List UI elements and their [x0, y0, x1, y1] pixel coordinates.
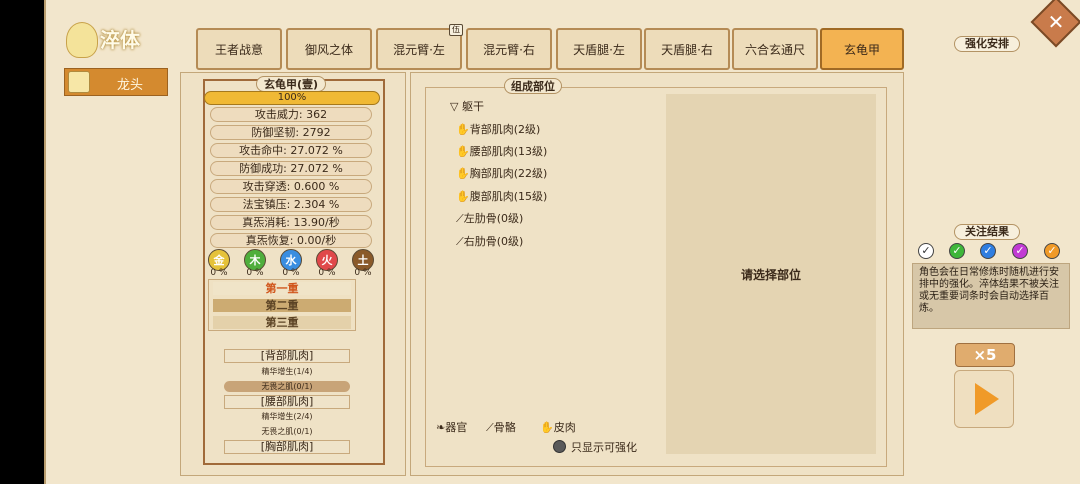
- toggle-label: 只显示可强化: [571, 441, 637, 454]
- part-item[interactable]: ⟋左肋骨(0级): [456, 210, 523, 226]
- title-emblem-icon: [66, 22, 98, 58]
- element-pct: 0 %: [354, 268, 372, 278]
- hand-icon: ✋: [456, 190, 470, 203]
- multiplier-label: ×5: [973, 346, 997, 364]
- part-item[interactable]: ✋腹部肌肉(15级): [456, 188, 547, 204]
- part-row-header: [背部肌肉]: [224, 349, 350, 363]
- part-row-header: [胸部肌肉]: [224, 440, 350, 454]
- stat-row: 真炁消耗: 13.90/秒: [210, 215, 372, 230]
- hand-icon: ✋: [456, 145, 470, 158]
- part-row-header: [腰部肌肉]: [224, 395, 350, 409]
- tab-label: 混元臂·左: [393, 42, 445, 57]
- show-enhanceable-toggle[interactable]: [553, 440, 566, 453]
- character-name: 龙头: [116, 78, 143, 93]
- start-button[interactable]: [954, 370, 1014, 428]
- element-pct: 0 %: [318, 268, 336, 278]
- legend-label: 骨骼: [493, 421, 516, 434]
- tab-label: 王者战意: [214, 42, 263, 57]
- tab-5[interactable]: 天盾腿·右: [644, 28, 730, 70]
- check-green-icon[interactable]: ✓: [949, 243, 965, 259]
- tab-4[interactable]: 天盾腿·左: [556, 28, 642, 70]
- part-label: 左肋骨(0级): [463, 212, 524, 225]
- character-tab[interactable]: 龙头: [64, 68, 168, 96]
- part-row-sub: 精华增生(2/4): [261, 412, 313, 421]
- tab-6[interactable]: 六合玄通尺: [732, 28, 818, 70]
- multiplier-button[interactable]: ×5: [955, 343, 1015, 367]
- stat-row: 防御坚韧: 2792: [210, 125, 372, 140]
- check-blue-icon[interactable]: ✓: [980, 243, 996, 259]
- page-title: 淬体: [100, 28, 140, 52]
- tab-label: 天盾腿·右: [661, 42, 713, 57]
- equipment-name: 玄龟甲(壹): [256, 76, 326, 92]
- layer-item[interactable]: 第一重: [213, 282, 351, 295]
- organ-icon: ❧: [436, 421, 446, 434]
- part-label: 腰部肌肉(13级): [469, 145, 548, 158]
- stat-row: 防御成功: 27.072 %: [210, 161, 372, 176]
- progress-bar: 100%: [204, 91, 380, 105]
- tab-label: 御风之体: [304, 42, 353, 57]
- bone-icon: ⟋: [456, 212, 464, 225]
- bone-icon: ⟋: [486, 421, 494, 434]
- tab-badge: 伍: [449, 24, 463, 36]
- tab-label: 六合玄通尺: [744, 42, 805, 57]
- stat-row: 法宝镇压: 2.304 %: [210, 197, 372, 212]
- part-label: 右肋骨(0级): [463, 235, 524, 248]
- part-item[interactable]: ⟋右肋骨(0级): [456, 233, 523, 249]
- group-item[interactable]: ▽ 躯干: [450, 98, 484, 114]
- layer-item[interactable]: 第二重: [213, 299, 351, 312]
- element-pct: 0 %: [282, 268, 300, 278]
- tab-2[interactable]: 混元臂·左伍: [376, 24, 463, 70]
- legend-label: 器官: [445, 421, 468, 434]
- element-pct: 0 %: [246, 268, 264, 278]
- stat-row: 攻击威力: 362: [210, 107, 372, 122]
- legend-label: 皮肉: [553, 421, 576, 434]
- stat-row: 攻击命中: 27.072 %: [210, 143, 372, 158]
- tab-1[interactable]: 御风之体: [286, 28, 372, 70]
- triangle-down-icon: ▽: [450, 100, 459, 113]
- arrangement-header: 强化安排: [954, 36, 1020, 52]
- bone-icon: ⟋: [456, 235, 464, 248]
- part-label: 背部肌肉(2级): [469, 123, 541, 136]
- legend-bone: ⟋骨骼: [486, 419, 516, 435]
- part-item[interactable]: ✋腰部肌肉(13级): [456, 143, 547, 159]
- parts-header: 组成部位: [504, 78, 562, 94]
- hand-icon: ✋: [540, 421, 554, 434]
- part-item[interactable]: ✋胸部肌肉(22级): [456, 165, 547, 181]
- left-edge: [0, 0, 44, 484]
- tab-7[interactable]: 玄龟甲: [820, 28, 904, 70]
- stat-row: 攻击穿透: 0.600 %: [210, 179, 372, 194]
- detail-prompt: 请选择部位: [740, 267, 801, 282]
- close-icon: ✕: [1047, 10, 1065, 34]
- legend-organ: ❧器官: [436, 419, 467, 435]
- part-row-sub: 无畏之肌(0/1): [261, 427, 313, 436]
- tab-label: 玄龟甲: [843, 42, 880, 57]
- tab-label: 混元臂·右: [483, 42, 535, 57]
- equipment-tabs: 王者战意 御风之体 混元臂·左伍 混元臂·右 天盾腿·左 天盾腿·右 六合玄通尺…: [186, 24, 906, 72]
- check-purple-icon[interactable]: ✓: [1012, 243, 1028, 259]
- focus-header: 关注结果: [954, 224, 1020, 240]
- part-row-sub: 精华增生(1/4): [261, 367, 313, 376]
- part-item[interactable]: ✋背部肌肉(2级): [456, 121, 540, 137]
- tab-3[interactable]: 混元臂·右: [466, 28, 552, 70]
- layer-list: 第一重 第二重 第三重: [208, 279, 356, 331]
- part-label: 腹部肌肉(15级): [469, 190, 548, 203]
- element-pct: 0 %: [210, 268, 228, 278]
- info-text: 角色会在日常修炼时随机进行安排中的强化。淬体结果不被关注或无重要词条时会自动选择…: [912, 263, 1070, 329]
- hand-icon: ✋: [456, 167, 470, 180]
- group-label: 躯干: [461, 100, 484, 113]
- character-avatar: [68, 71, 90, 93]
- play-icon: [975, 383, 999, 415]
- layer-item[interactable]: 第三重: [213, 316, 351, 329]
- check-orange-icon[interactable]: ✓: [1044, 243, 1060, 259]
- tab-label: 天盾腿·左: [573, 42, 625, 57]
- stat-row: 真炁恢复: 0.00/秒: [210, 233, 372, 248]
- tab-0[interactable]: 王者战意: [196, 28, 282, 70]
- part-detail-area: 请选择部位: [666, 94, 876, 454]
- legend-flesh: ✋皮肉: [540, 419, 576, 435]
- part-row-sub: 无畏之肌(0/1): [224, 381, 350, 392]
- part-label: 胸部肌肉(22级): [469, 167, 548, 180]
- check-white-icon[interactable]: ✓: [918, 243, 934, 259]
- hand-icon: ✋: [456, 123, 470, 136]
